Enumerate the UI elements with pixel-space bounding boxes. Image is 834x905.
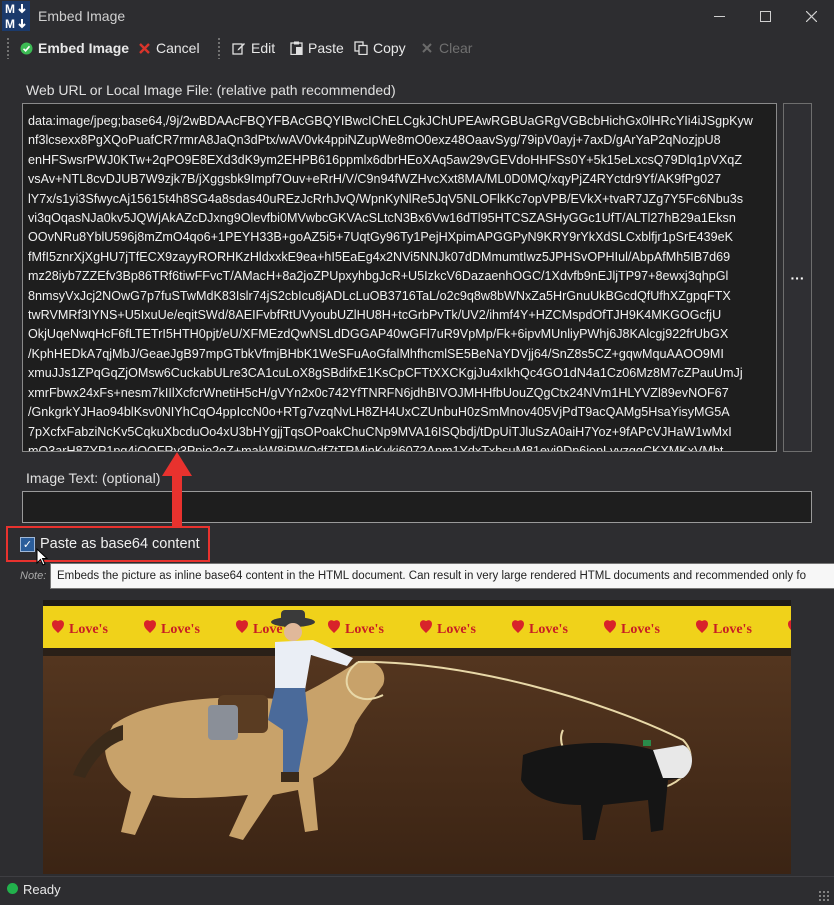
url-text-line: xmuJJs1ZPqGqZjOMsw6CuckabULre3CA1cuLoX8g… bbox=[28, 366, 743, 381]
url-text-line: 7pXcfxFabziNcKv5CqkuXbcduOo4xU3bHYgjjTqs… bbox=[28, 424, 732, 439]
status-bar bbox=[0, 876, 834, 905]
close-icon bbox=[805, 10, 817, 22]
url-text-line: mQ3arH87YP1pq4iQQFRy3Ppio2gZ+makW8iPWQdf… bbox=[28, 443, 724, 452]
status-text: Ready bbox=[23, 882, 61, 897]
url-text-line: nf3lcsexx8PgXQoPuafCR7rmrA8JaQn3dPtx/wAV… bbox=[28, 133, 721, 148]
banner-label: Love's bbox=[161, 622, 200, 637]
clear-button[interactable]: Clear bbox=[420, 38, 472, 58]
resize-grip[interactable] bbox=[818, 890, 830, 902]
paste-base64-checkbox[interactable]: ✓ bbox=[20, 537, 35, 552]
cancel-label: Cancel bbox=[156, 40, 200, 56]
paste-label: Paste bbox=[308, 40, 344, 56]
note-label: Note: bbox=[20, 570, 47, 582]
toolbar-grip-2[interactable] bbox=[217, 37, 221, 59]
banner-label: Love's bbox=[437, 622, 476, 637]
svg-text:M: M bbox=[5, 17, 15, 31]
edit-label: Edit bbox=[251, 40, 276, 56]
url-text-line: enHFSwsrPWJ0KTw+2qPO9E8EXd3dK9ym2EHPB616… bbox=[28, 152, 743, 167]
image-preview: Love's Love's Love's Love's Love's Love's Love… bbox=[43, 600, 791, 874]
clear-label: Clear bbox=[439, 40, 473, 56]
image-text-label: Image Text: (optional) bbox=[26, 470, 161, 486]
url-text-line: /GnkgrkYJHao94blKsv0NIYhCqO4ppIccN0o+RTg… bbox=[28, 405, 730, 420]
x-icon bbox=[420, 41, 434, 55]
browse-file-button[interactable]: ··· bbox=[783, 103, 812, 452]
x-icon bbox=[137, 41, 151, 55]
checkmark-icon: ✓ bbox=[22, 539, 33, 551]
window-title: Embed Image bbox=[38, 8, 126, 24]
browse-ellipsis-label: ··· bbox=[790, 269, 805, 286]
annotation-arrow-head bbox=[162, 452, 192, 476]
url-text-line: xmrFbwx24xFs+nesm7kIIlXcfcrWnetiH5cH/gVY… bbox=[28, 385, 729, 400]
url-text-line: fMfI5znrXjXgHU7jTfECX9zayyRORHKzHldxxkE9… bbox=[28, 249, 731, 264]
url-text-line: twRVMRf3IYNS+U5IxuUe/eqitSWd/8AEIFvbfRtU… bbox=[28, 308, 722, 323]
toolbar-grip[interactable] bbox=[6, 37, 10, 59]
banner-label: Love's bbox=[69, 622, 108, 637]
edit-button[interactable]: Edit bbox=[232, 38, 275, 58]
url-text-line: 8nmsyVxJcj2NOwG7p7fuSTwMdK83Islr74jS2cbI… bbox=[28, 288, 731, 303]
rodeo-photo: Love's Love's Love's Love's Love's Love's Love… bbox=[43, 600, 791, 874]
copy-label: Copy bbox=[373, 40, 406, 56]
url-text-line: OOvNRu8YblU596j8mZmO4qo6+1PEYH33B+goAZ5i… bbox=[28, 230, 734, 245]
minimize-button[interactable] bbox=[696, 0, 742, 32]
status-indicator-icon bbox=[7, 883, 18, 894]
toolbar: Embed Image Cancel Edit Paste Copy Clear bbox=[0, 33, 834, 63]
banner-label: Love's bbox=[529, 622, 568, 637]
url-text-line: /KphHEDkA7qjMbJ/GeaeJgB97mpGTbkVfmjBHbK1… bbox=[28, 346, 724, 361]
close-button[interactable] bbox=[788, 0, 834, 32]
banner-label: Love's bbox=[345, 622, 384, 637]
clipboard-icon bbox=[289, 41, 303, 55]
mouse-cursor-icon bbox=[36, 548, 48, 566]
copy-icon bbox=[354, 41, 368, 55]
copy-button[interactable]: Copy bbox=[354, 38, 406, 58]
banner-label: Love's bbox=[713, 622, 752, 637]
embed-image-label: Embed Image bbox=[38, 40, 130, 56]
cancel-button[interactable]: Cancel bbox=[137, 38, 200, 58]
check-circle-icon bbox=[19, 41, 33, 55]
annotation-arrow-shaft bbox=[172, 475, 182, 527]
pencil-icon bbox=[232, 41, 246, 55]
image-text-input[interactable] bbox=[22, 491, 812, 523]
tooltip-text: Embeds the picture as inline base64 cont… bbox=[57, 570, 806, 582]
url-text: data:image/jpeg;base64,/9j/2wBDAAcFBQYFB… bbox=[28, 112, 776, 452]
title-bar: M M Embed Image bbox=[0, 0, 834, 32]
embed-image-button[interactable]: Embed Image bbox=[19, 38, 129, 58]
url-text-line: data:image/jpeg;base64,/9j/2wBDAAcFBQYFB… bbox=[28, 114, 753, 128]
url-text-line: lY7x/s1yi3SfwycAj15615t4h8SG4a8sdas40uRE… bbox=[28, 191, 744, 206]
maximize-icon bbox=[759, 10, 771, 22]
paste-button[interactable]: Paste bbox=[289, 38, 344, 58]
svg-text:M: M bbox=[5, 2, 15, 16]
url-text-line: vsAv+NTL8cvDJUB7W9zjk7B/jXggsbk9Impf7Ouv… bbox=[28, 172, 722, 187]
url-textbox[interactable]: data:image/jpeg;base64,/9j/2wBDAAcFBQYFB… bbox=[22, 103, 777, 452]
url-text-line: OkjUqeNwqHcF6fLTETrI5HTH0pjt/eU/XFMEzdQw… bbox=[28, 327, 729, 342]
markdown-monster-logo-icon: M M bbox=[2, 1, 30, 31]
banner-label: Love's bbox=[621, 622, 660, 637]
paste-base64-label[interactable]: Paste as base64 content bbox=[40, 536, 200, 552]
url-text-line: vi3qOqasNJa0kv5JQWjAkAZcDJxng9Olevfbi0MV… bbox=[28, 211, 736, 226]
url-text-line: mz28iyb7ZZEfv3Bp86TRf6tiwFFvcT/AMacH+8a2… bbox=[28, 269, 729, 284]
minimize-icon bbox=[713, 15, 725, 17]
url-label: Web URL or Local Image File: (relative p… bbox=[26, 82, 396, 98]
maximize-button[interactable] bbox=[742, 0, 788, 32]
tooltip: Embeds the picture as inline base64 cont… bbox=[50, 563, 834, 589]
